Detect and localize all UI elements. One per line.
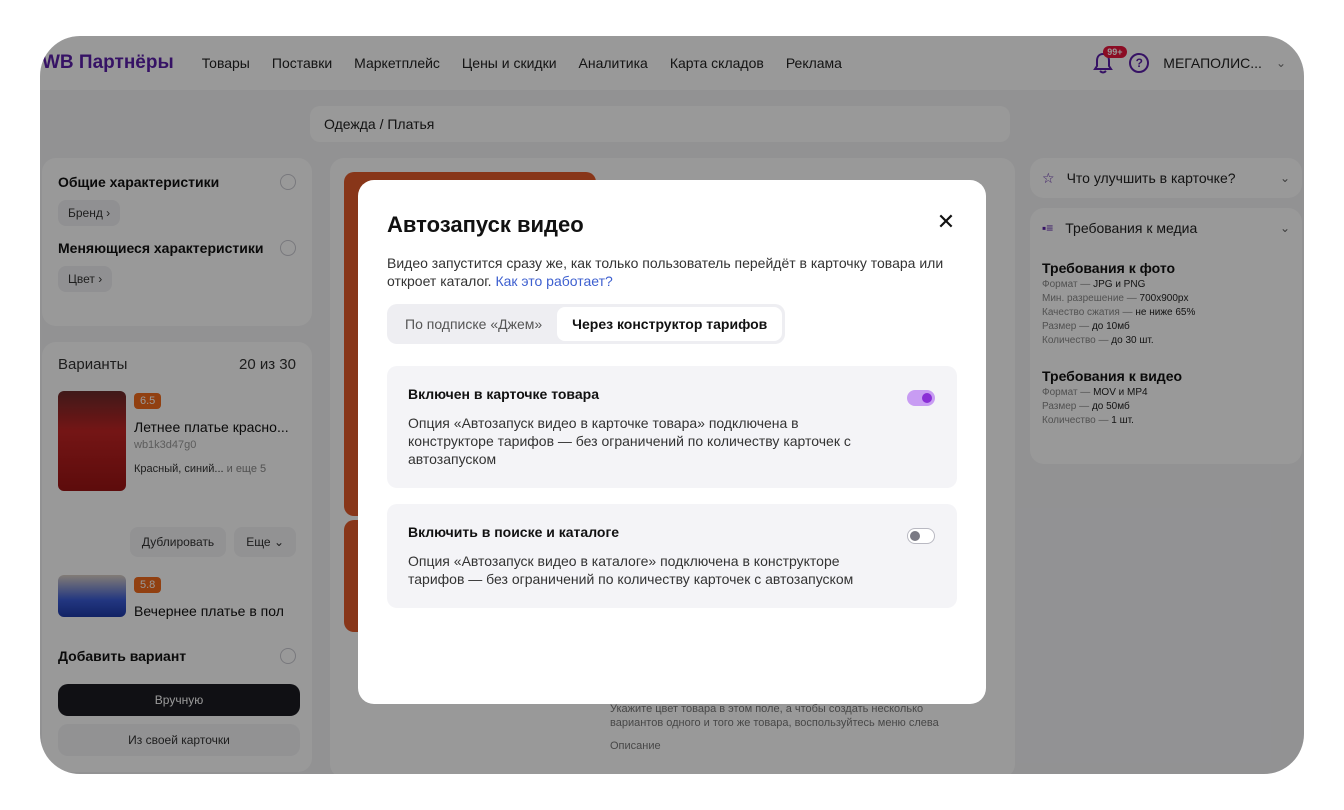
how-it-works-link[interactable]: Как это работает? xyxy=(495,273,612,289)
video-autoplay-modal: Автозапуск видео ✕ Видео запустится сраз… xyxy=(358,180,986,704)
modal-title: Автозапуск видео xyxy=(387,212,584,237)
product-card-toggle[interactable] xyxy=(907,390,935,406)
option-text: Опция «Автозапуск видео в каталоге» подк… xyxy=(408,553,854,587)
tab-tariff-constructor[interactable]: Через конструктор тарифов xyxy=(557,307,783,341)
tariff-switch: По подписке «Джем» Через конструктор тар… xyxy=(387,304,786,344)
search-catalog-toggle[interactable] xyxy=(907,528,935,544)
tab-subscription-jam[interactable]: По подписке «Джем» xyxy=(390,307,557,341)
modal-description: Видео запустится сразу же, как только по… xyxy=(387,255,944,289)
option-text: Опция «Автозапуск видео в карточке товар… xyxy=(408,415,851,467)
option-search-catalog: Включить в поиске и каталоге Опция «Авто… xyxy=(387,504,957,608)
option-product-card: Включен в карточке товара Опция «Автозап… xyxy=(387,366,957,488)
app-window: WB Партнёры Товары Поставки Маркетплейс … xyxy=(40,36,1304,774)
option-title: Включить в поиске и каталоге xyxy=(408,524,620,540)
option-title: Включен в карточке товара xyxy=(408,386,599,402)
close-icon[interactable]: ✕ xyxy=(936,211,956,233)
